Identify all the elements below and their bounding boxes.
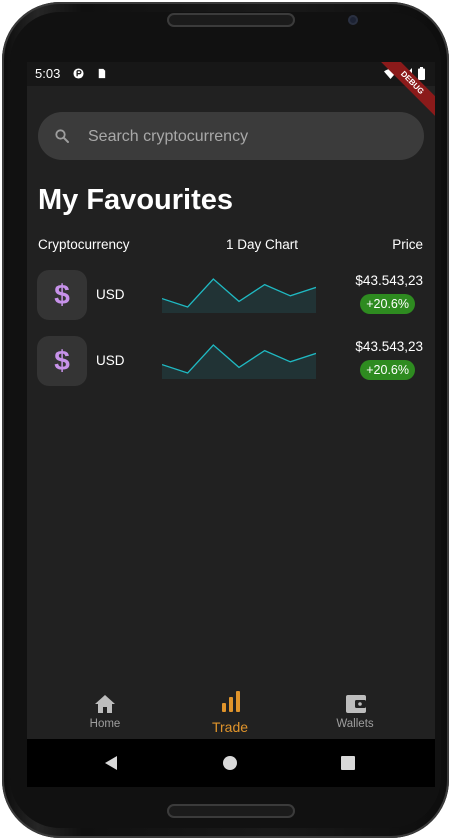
home-button-icon[interactable] bbox=[222, 755, 238, 771]
dollar-icon: $ bbox=[54, 345, 70, 376]
column-header-chart: 1 Day Chart bbox=[226, 237, 299, 252]
coin-name: USD bbox=[96, 353, 125, 368]
dollar-icon: $ bbox=[54, 279, 70, 310]
status-time: 5:03 bbox=[35, 66, 61, 81]
coin-icon-tile: $ bbox=[37, 336, 87, 386]
sim-card-icon bbox=[98, 68, 106, 79]
front-camera bbox=[348, 15, 358, 25]
search-icon bbox=[55, 129, 69, 143]
nav-label-wallets: Wallets bbox=[336, 718, 374, 730]
nav-item-home[interactable]: Home bbox=[37, 679, 173, 739]
system-navigation-bar bbox=[27, 739, 435, 787]
back-icon[interactable] bbox=[103, 755, 119, 771]
nav-item-wallets[interactable]: Wallets bbox=[287, 679, 423, 739]
bar-chart-icon bbox=[222, 691, 240, 712]
search-input[interactable] bbox=[86, 112, 410, 162]
earpiece-speaker bbox=[167, 13, 295, 27]
bottom-navigation: Home Trade Wallets bbox=[27, 679, 435, 739]
sparkline-area bbox=[162, 345, 316, 379]
app-notification-icon bbox=[73, 68, 84, 79]
coin-price: $43.543,23 bbox=[355, 273, 423, 288]
coin-price: $43.543,23 bbox=[355, 339, 423, 354]
app-screen: 5:03 DEBUG My Favou bbox=[27, 62, 435, 787]
nav-label-trade: Trade bbox=[211, 719, 249, 735]
sparkline-chart bbox=[162, 278, 316, 313]
coin-icon-tile: $ bbox=[37, 270, 87, 320]
phone-frame: 5:03 DEBUG My Favou bbox=[2, 2, 449, 838]
status-bar: 5:03 DEBUG bbox=[27, 62, 435, 120]
favourite-row[interactable]: $ USD $43.543,23 +20.6% bbox=[27, 336, 435, 396]
column-header-price: Price bbox=[392, 237, 423, 252]
nav-label-home: Home bbox=[89, 718, 121, 730]
column-header-cryptocurrency: Cryptocurrency bbox=[38, 237, 130, 252]
sparkline-area bbox=[162, 279, 316, 313]
recents-icon[interactable] bbox=[340, 755, 356, 771]
change-badge: +20.6% bbox=[360, 294, 415, 314]
sparkline-chart bbox=[162, 344, 316, 379]
search-bar[interactable] bbox=[38, 112, 424, 162]
battery-icon bbox=[418, 67, 425, 80]
wallet-icon bbox=[346, 695, 366, 713]
bottom-speaker bbox=[167, 804, 295, 818]
nav-item-trade[interactable]: Trade bbox=[162, 679, 298, 739]
page-title: My Favourites bbox=[38, 184, 233, 216]
favourite-row[interactable]: $ USD $43.543,23 +20.6% bbox=[27, 270, 435, 330]
change-badge: +20.6% bbox=[360, 360, 415, 380]
home-icon bbox=[95, 695, 115, 713]
coin-name: USD bbox=[96, 287, 125, 302]
